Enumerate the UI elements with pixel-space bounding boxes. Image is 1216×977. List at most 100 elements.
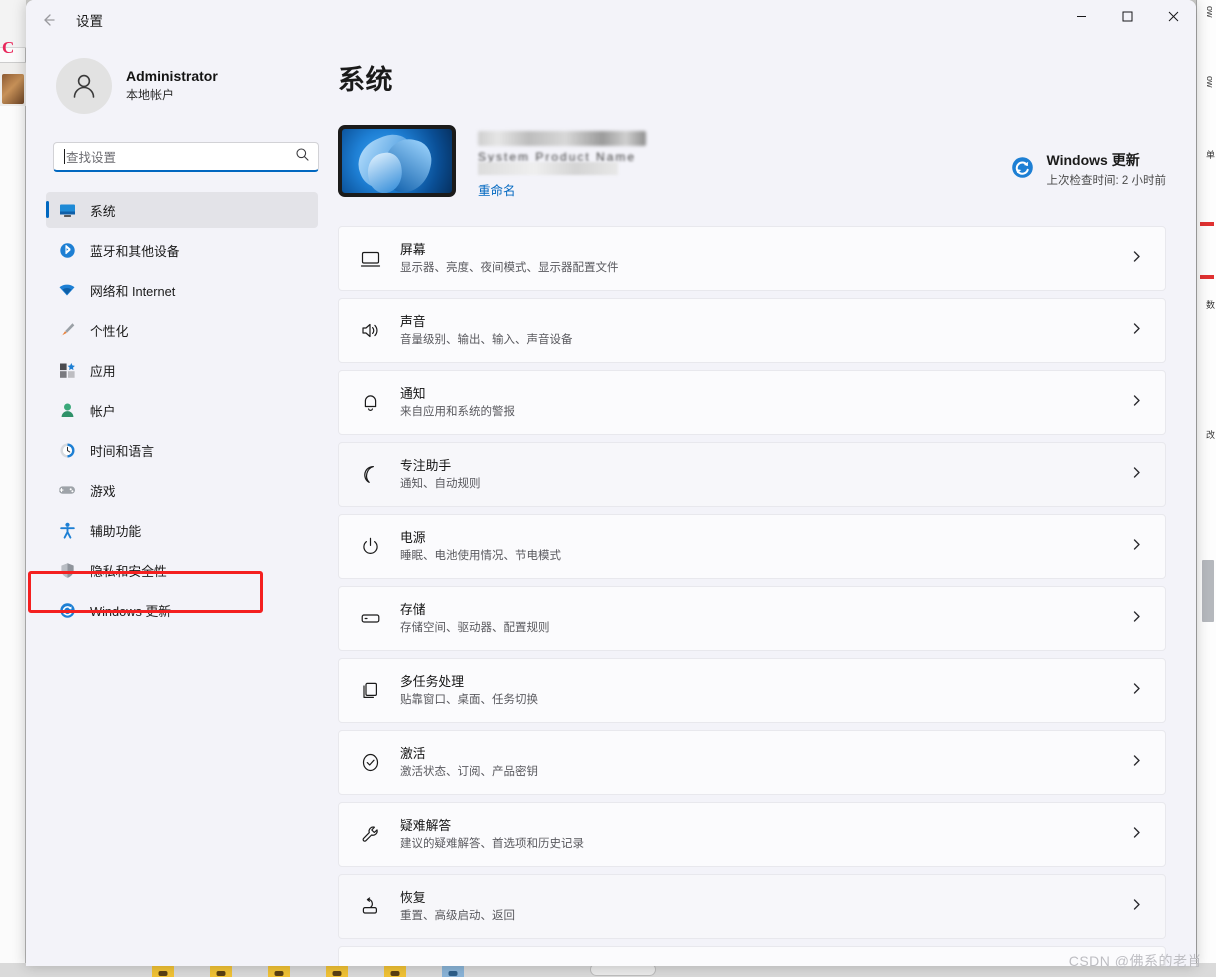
system-monitor-icon: [58, 201, 76, 219]
windows-bloom-wallpaper-thumbnail: [338, 125, 456, 197]
rename-link[interactable]: 重命名: [478, 180, 516, 199]
card-subtitle: 睡眠、电池使用情况、节电模式: [400, 549, 561, 562]
background-window-right[interactable]: ow ow 单 数 改: [1196, 0, 1216, 977]
sidebar-item-label: 游戏: [90, 483, 116, 499]
sidebar-item-label: 隐私和安全性: [90, 563, 167, 579]
settings-card-troubleshoot[interactable]: 疑难解答 建议的疑难解答、首选项和历史记录: [338, 802, 1166, 867]
card-subtitle: 通知、自动规则: [400, 477, 481, 490]
chevron-right-icon[interactable]: [1130, 394, 1143, 412]
background-right-marker: [1200, 275, 1214, 279]
speaker-icon: [358, 319, 382, 343]
chevron-right-icon[interactable]: [1130, 754, 1143, 772]
moon-icon: [358, 463, 382, 487]
close-button[interactable]: [1150, 0, 1196, 32]
sidebar-item-accounts[interactable]: 帐户: [46, 392, 318, 428]
card-title: 声音: [400, 313, 426, 329]
settings-card-sound[interactable]: 声音 音量级别、输出、输入、声音设备: [338, 298, 1166, 363]
sidebar-item-accessibility[interactable]: 辅助功能: [46, 512, 318, 548]
chevron-right-icon[interactable]: [1130, 250, 1143, 268]
windows-update-status[interactable]: Windows 更新 上次检查时间: 2 小时前: [1011, 152, 1166, 188]
search-input[interactable]: 查找设置: [53, 142, 319, 172]
background-window-left[interactable]: C: [0, 0, 26, 977]
sidebar-item-gaming[interactable]: 游戏: [46, 472, 318, 508]
wrench-icon: [358, 823, 382, 847]
settings-card-project-to-this-pc[interactable]: 投影到此电脑: [338, 946, 1166, 966]
sidebar-item-bluetooth[interactable]: 蓝牙和其他设备: [46, 232, 318, 268]
card-title: 屏幕: [400, 241, 426, 257]
card-subtitle: 音量级别、输出、输入、声音设备: [400, 333, 573, 346]
settings-card-storage[interactable]: 存储 存储空间、驱动器、配置规则: [338, 586, 1166, 651]
card-subtitle: 重置、高级启动、返回: [400, 909, 515, 922]
card-title: 专注助手: [400, 457, 452, 473]
device-name-redacted: [478, 131, 646, 146]
sidebar-item-label: 个性化: [90, 323, 129, 339]
settings-card-notifications[interactable]: 通知 来自应用和系统的警报: [338, 370, 1166, 435]
card-subtitle: 存储空间、驱动器、配置规则: [400, 621, 550, 634]
clock-icon: [58, 441, 76, 459]
card-title: 恢复: [400, 889, 426, 905]
update-refresh-icon: [58, 601, 76, 619]
settings-card-activation[interactable]: 激活 激活状态、订阅、产品密钥: [338, 730, 1166, 795]
card-subtitle: 激活状态、订阅、产品密钥: [400, 765, 538, 778]
background-right-scrollbar[interactable]: [1202, 560, 1214, 622]
device-model-redacted: System Product Name: [478, 150, 646, 176]
sidebar-nav: 系统 蓝牙和其他设备 网络和 Internet 个性化 应用 帐户 时间和语言 …: [46, 192, 318, 628]
minimize-button[interactable]: [1058, 0, 1104, 32]
bluetooth-icon: [58, 241, 76, 259]
profile-name: Administrator: [126, 68, 218, 84]
windows-update-subtitle: 上次检查时间: 2 小时前: [1046, 175, 1166, 187]
window-title: 设置: [76, 14, 103, 29]
sidebar-item-time-language[interactable]: 时间和语言: [46, 432, 318, 468]
background-left-thumbnail: [2, 74, 24, 104]
account-person-icon: [58, 401, 76, 419]
maximize-button[interactable]: [1104, 0, 1150, 32]
sidebar-item-label: Windows 更新: [90, 603, 172, 619]
sidebar-item-label: 帐户: [90, 403, 116, 419]
apps-grid-icon: [58, 361, 76, 379]
sidebar-item-label: 时间和语言: [90, 443, 154, 459]
text-caret: [64, 149, 65, 164]
sidebar-item-windows-update[interactable]: Windows 更新: [46, 592, 318, 628]
bell-icon: [358, 391, 382, 415]
windows-update-title: Windows 更新: [1046, 152, 1140, 168]
settings-card-focus-assist[interactable]: 专注助手 通知、自动规则: [338, 442, 1166, 507]
background-right-fragment: 改: [1205, 430, 1215, 439]
settings-card-display[interactable]: 屏幕 显示器、亮度、夜间模式、显示器配置文件: [338, 226, 1166, 291]
search-icon[interactable]: [295, 147, 310, 167]
chevron-right-icon[interactable]: [1130, 466, 1143, 484]
sidebar-item-label: 辅助功能: [90, 523, 142, 539]
back-arrow-icon[interactable]: [32, 4, 64, 36]
sidebar-item-privacy-security[interactable]: 隐私和安全性: [46, 552, 318, 588]
chevron-right-icon[interactable]: [1130, 898, 1143, 916]
chevron-right-icon[interactable]: [1130, 826, 1143, 844]
window-controls: [1058, 0, 1196, 32]
shield-icon: [58, 561, 76, 579]
chevron-right-icon[interactable]: [1130, 538, 1143, 556]
card-subtitle: 来自应用和系统的警报: [400, 405, 515, 418]
card-title: 电源: [400, 529, 426, 545]
settings-card-multitasking[interactable]: 多任务处理 贴靠窗口、桌面、任务切换: [338, 658, 1166, 723]
sidebar-item-apps[interactable]: 应用: [46, 352, 318, 388]
sidebar-item-network[interactable]: 网络和 Internet: [46, 272, 318, 308]
chevron-right-icon[interactable]: [1130, 610, 1143, 628]
settings-card-recovery[interactable]: 恢复 重置、高级启动、返回: [338, 874, 1166, 939]
chevron-right-icon[interactable]: [1130, 682, 1143, 700]
page-title: 系统: [338, 65, 393, 95]
sidebar-item-personalization[interactable]: 个性化: [46, 312, 318, 348]
update-refresh-icon: [1011, 156, 1034, 184]
card-subtitle: 建议的疑难解答、首选项和历史记录: [400, 837, 584, 850]
profile-block[interactable]: Administrator 本地帐户: [56, 58, 312, 114]
gamepad-icon: [58, 481, 76, 499]
background-right-fragment: ow: [1205, 76, 1215, 88]
card-title: 激活: [400, 745, 426, 761]
watermark: CSDN @佛系的老肖: [1068, 953, 1202, 969]
power-icon: [358, 535, 382, 559]
sidebar-item-label: 网络和 Internet: [90, 283, 176, 299]
settings-card-power[interactable]: 电源 睡眠、电池使用情况、节电模式: [338, 514, 1166, 579]
sidebar-item-system[interactable]: 系统: [46, 192, 318, 228]
chevron-right-icon[interactable]: [1130, 322, 1143, 340]
settings-window: 设置 Administrator 本地帐户 查找设置 系统 蓝牙和其他设备 网络…: [26, 0, 1196, 966]
background-right-fragment: 单: [1205, 150, 1215, 159]
sidebar: Administrator 本地帐户 查找设置 系统 蓝牙和其他设备 网络和 I…: [26, 40, 326, 966]
settings-card-list: 屏幕 显示器、亮度、夜间模式、显示器配置文件 声音 音量级别、输出、输入、声音设…: [338, 226, 1166, 966]
